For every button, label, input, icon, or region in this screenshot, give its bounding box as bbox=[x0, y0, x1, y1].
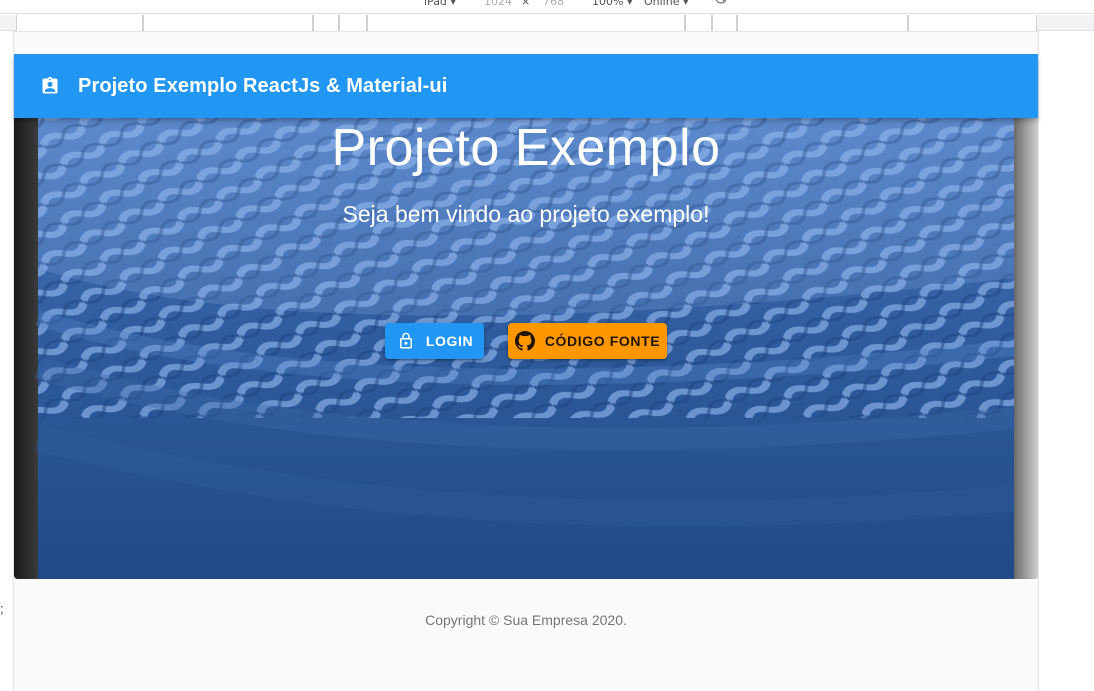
dimension-separator: × bbox=[521, 0, 531, 8]
device-select[interactable]: iPad ▾ bbox=[424, 0, 456, 8]
hero-title: Projeto Exemplo bbox=[331, 119, 721, 177]
source-code-button[interactable]: CÓDIGO FONTE bbox=[508, 323, 667, 359]
zoom-select[interactable]: 100% ▾ bbox=[592, 0, 632, 8]
source-code-button-label: CÓDIGO FONTE bbox=[544, 333, 661, 349]
footer-copyright: Copyright © Sua Empresa 2020. bbox=[425, 612, 627, 628]
hero-subtitle: Seja bem vindo ao projeto exemplo! bbox=[342, 201, 710, 227]
assignment-ind-icon bbox=[38, 74, 62, 98]
throttle-value: Online bbox=[644, 0, 680, 8]
rotate-icon[interactable] bbox=[714, 0, 728, 8]
app-title: Projeto Exemplo ReactJs & Material-ui bbox=[78, 74, 448, 97]
devtools-device-toolbar: iPad ▾ 1024 × 768 100% ▾ Online ▾ bbox=[0, 0, 1094, 14]
stray-text: ; bbox=[0, 601, 4, 616]
device-name: iPad bbox=[424, 0, 447, 8]
viewport-height-input[interactable]: 768 bbox=[543, 0, 564, 8]
github-icon bbox=[514, 331, 535, 351]
throttle-select[interactable]: Online ▾ bbox=[644, 0, 689, 8]
outside-viewport-area bbox=[0, 32, 14, 691]
login-button[interactable]: LOGIN bbox=[385, 323, 484, 359]
login-button-label: LOGIN bbox=[425, 333, 474, 349]
hero-banner: Projeto Exemplo Seja bem vindo ao projet… bbox=[14, 118, 1038, 579]
media-query-ruler[interactable] bbox=[0, 15, 1094, 31]
viewport-width-input[interactable]: 1024 bbox=[484, 0, 512, 8]
app-bar: Projeto Exemplo ReactJs & Material-ui bbox=[14, 54, 1038, 118]
lock-icon bbox=[396, 331, 416, 351]
emulated-viewport: Projeto Exemplo ReactJs & Material-ui Pr… bbox=[14, 32, 1038, 691]
zoom-value: 100% bbox=[592, 0, 624, 8]
